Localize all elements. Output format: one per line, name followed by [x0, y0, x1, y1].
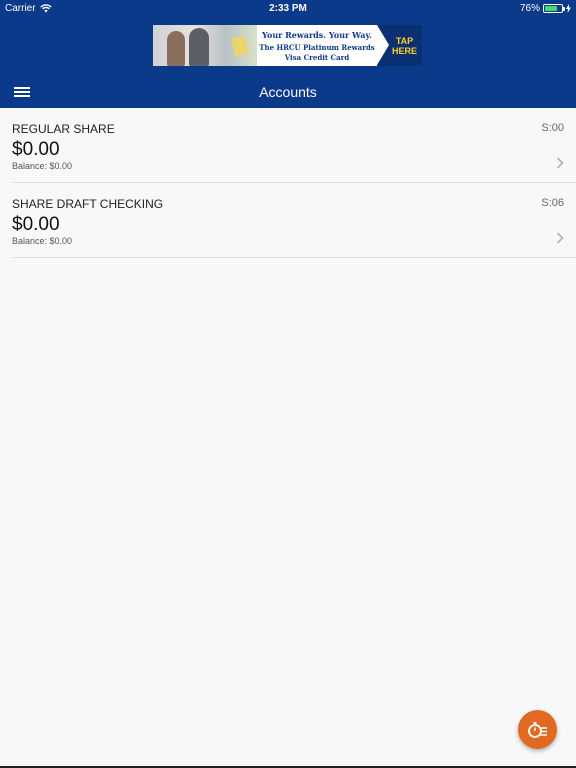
banner-cta-line1: TAP [395, 35, 414, 46]
banner-subline-2: Visa Credit Card [284, 53, 350, 62]
banner-text: Your Rewards. Your Way. The HRCU Platinu… [257, 25, 377, 66]
accounts-list: REGULAR SHARE S:00 $0.00 Balance: $0.00 … [0, 108, 576, 258]
quick-balance-icon [527, 721, 547, 738]
account-row-share-draft-checking[interactable]: SHARE DRAFT CHECKING S:06 $0.00 Balance:… [12, 183, 576, 258]
battery-level-fill [545, 6, 558, 11]
battery-icon [543, 4, 565, 13]
quick-balance-button[interactable] [518, 710, 557, 749]
chevron-right-icon [556, 157, 564, 169]
banner-photo [153, 25, 257, 66]
chevron-right-icon [556, 232, 564, 244]
banner-cta-line2: HERE [391, 45, 417, 56]
account-id: S:00 [541, 122, 564, 134]
status-right: 76% [520, 3, 571, 14]
account-name: REGULAR SHARE [12, 122, 115, 136]
promo-banner[interactable]: Your Rewards. Your Way. The HRCU Platinu… [153, 25, 422, 66]
banner-photo-person [189, 28, 209, 66]
account-available-amount: $0.00 [12, 139, 60, 160]
account-balance: Balance: $0.00 [12, 236, 73, 246]
banner-tap-here-button[interactable]: TAP HERE [377, 25, 422, 66]
battery-percent: 76% [519, 3, 540, 14]
banner-subline: The HRCU Platinum Rewards [259, 43, 375, 52]
page-title: Accounts [259, 84, 317, 100]
banner-photo-card [231, 35, 249, 57]
battery-cap [563, 7, 565, 11]
account-balance: Balance: $0.00 [12, 161, 73, 171]
account-name: SHARE DRAFT CHECKING [12, 197, 164, 211]
app-header: Carrier 2:33 PM 76% Your Rewards. Your W… [0, 0, 576, 108]
banner-headline: Your Rewards. Your Way. [261, 30, 372, 40]
account-row-regular-share[interactable]: REGULAR SHARE S:00 $0.00 Balance: $0.00 [12, 108, 576, 183]
account-available-amount: $0.00 [12, 214, 60, 235]
charging-bolt-icon [566, 4, 571, 13]
status-time: 2:33 PM [269, 3, 307, 14]
status-bar: Carrier 2:33 PM 76% [0, 0, 576, 18]
account-id: S:06 [541, 197, 564, 209]
banner-photo-person [167, 31, 185, 66]
